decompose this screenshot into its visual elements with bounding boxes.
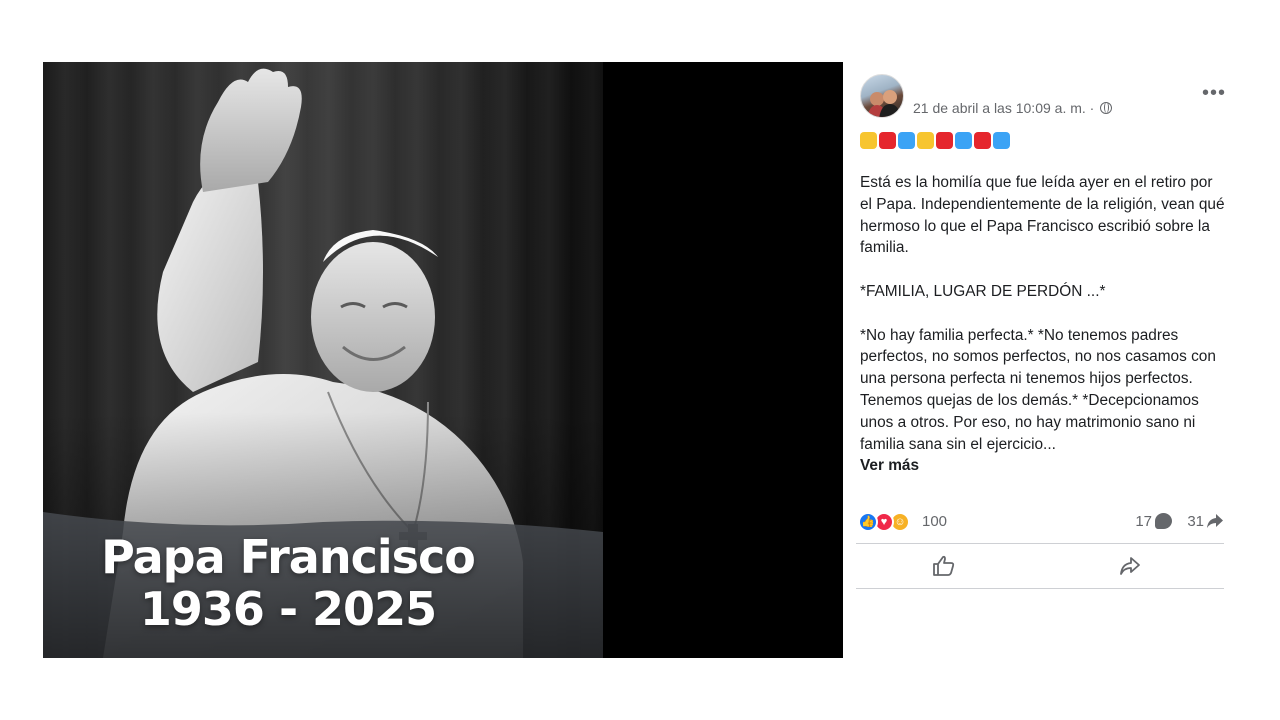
shares-count-value: 31 xyxy=(1187,513,1204,530)
post-paragraph: Está es la homilía que fue leída ayer en… xyxy=(860,174,1225,257)
timestamp-text: 21 de abril a las 10:09 a. m. · xyxy=(913,100,1095,116)
post-text: Está es la homilía que fue leída ayer en… xyxy=(860,172,1228,477)
share-button[interactable] xyxy=(1118,555,1146,579)
emoji-square xyxy=(955,132,972,149)
reactions-bar: 👍 ♥ ☺ 100 17 31 xyxy=(858,511,1224,533)
post-actions xyxy=(856,547,1224,587)
thumbs-up-icon xyxy=(933,555,955,576)
globe-icon xyxy=(1100,102,1113,114)
emoji-square xyxy=(936,132,953,149)
shares-count[interactable]: 31 xyxy=(1187,513,1224,530)
post-timestamp[interactable]: 21 de abril a las 10:09 a. m. · xyxy=(913,100,1113,116)
post-paragraph: *FAMILIA, LUGAR DE PERDÓN ...* xyxy=(860,282,1106,300)
post-image[interactable]: Papa Francisco 1936 - 2025 xyxy=(43,62,843,658)
share-arrow-icon xyxy=(1120,557,1140,575)
divider xyxy=(856,588,1224,589)
emoji-square xyxy=(860,132,877,149)
image-years: 1936 - 2025 xyxy=(139,582,437,636)
post-header: 21 de abril a las 10:09 a. m. · ••• xyxy=(860,74,1230,122)
comment-icon xyxy=(1155,513,1172,529)
share-icon xyxy=(1207,514,1223,528)
divider xyxy=(856,543,1224,544)
reaction-icons[interactable]: 👍 ♥ ☺ xyxy=(858,512,918,532)
emoji-square xyxy=(917,132,934,149)
post-panel: 21 de abril a las 10:09 a. m. · ••• Está… xyxy=(848,62,1240,658)
like-button[interactable] xyxy=(932,555,960,579)
avatar-image xyxy=(867,90,901,117)
image-title: Papa Francisco xyxy=(101,530,476,584)
post-paragraph: *No hay familia perfecta.* *No tenemos p… xyxy=(860,326,1216,453)
emoji-row xyxy=(860,132,1010,150)
more-options-icon[interactable]: ••• xyxy=(1198,83,1230,103)
emoji-square xyxy=(993,132,1010,149)
emoji-square xyxy=(879,132,896,149)
reaction-count[interactable]: 100 xyxy=(922,513,947,530)
like-reaction-icon: 👍 xyxy=(858,512,878,532)
avatar[interactable] xyxy=(860,74,904,118)
comments-count-value: 17 xyxy=(1135,513,1152,530)
pope-photo: Papa Francisco 1936 - 2025 xyxy=(43,62,603,658)
emoji-square xyxy=(898,132,915,149)
see-more-link[interactable]: Ver más xyxy=(860,455,919,477)
emoji-square xyxy=(974,132,991,149)
comments-count[interactable]: 17 xyxy=(1135,513,1172,530)
